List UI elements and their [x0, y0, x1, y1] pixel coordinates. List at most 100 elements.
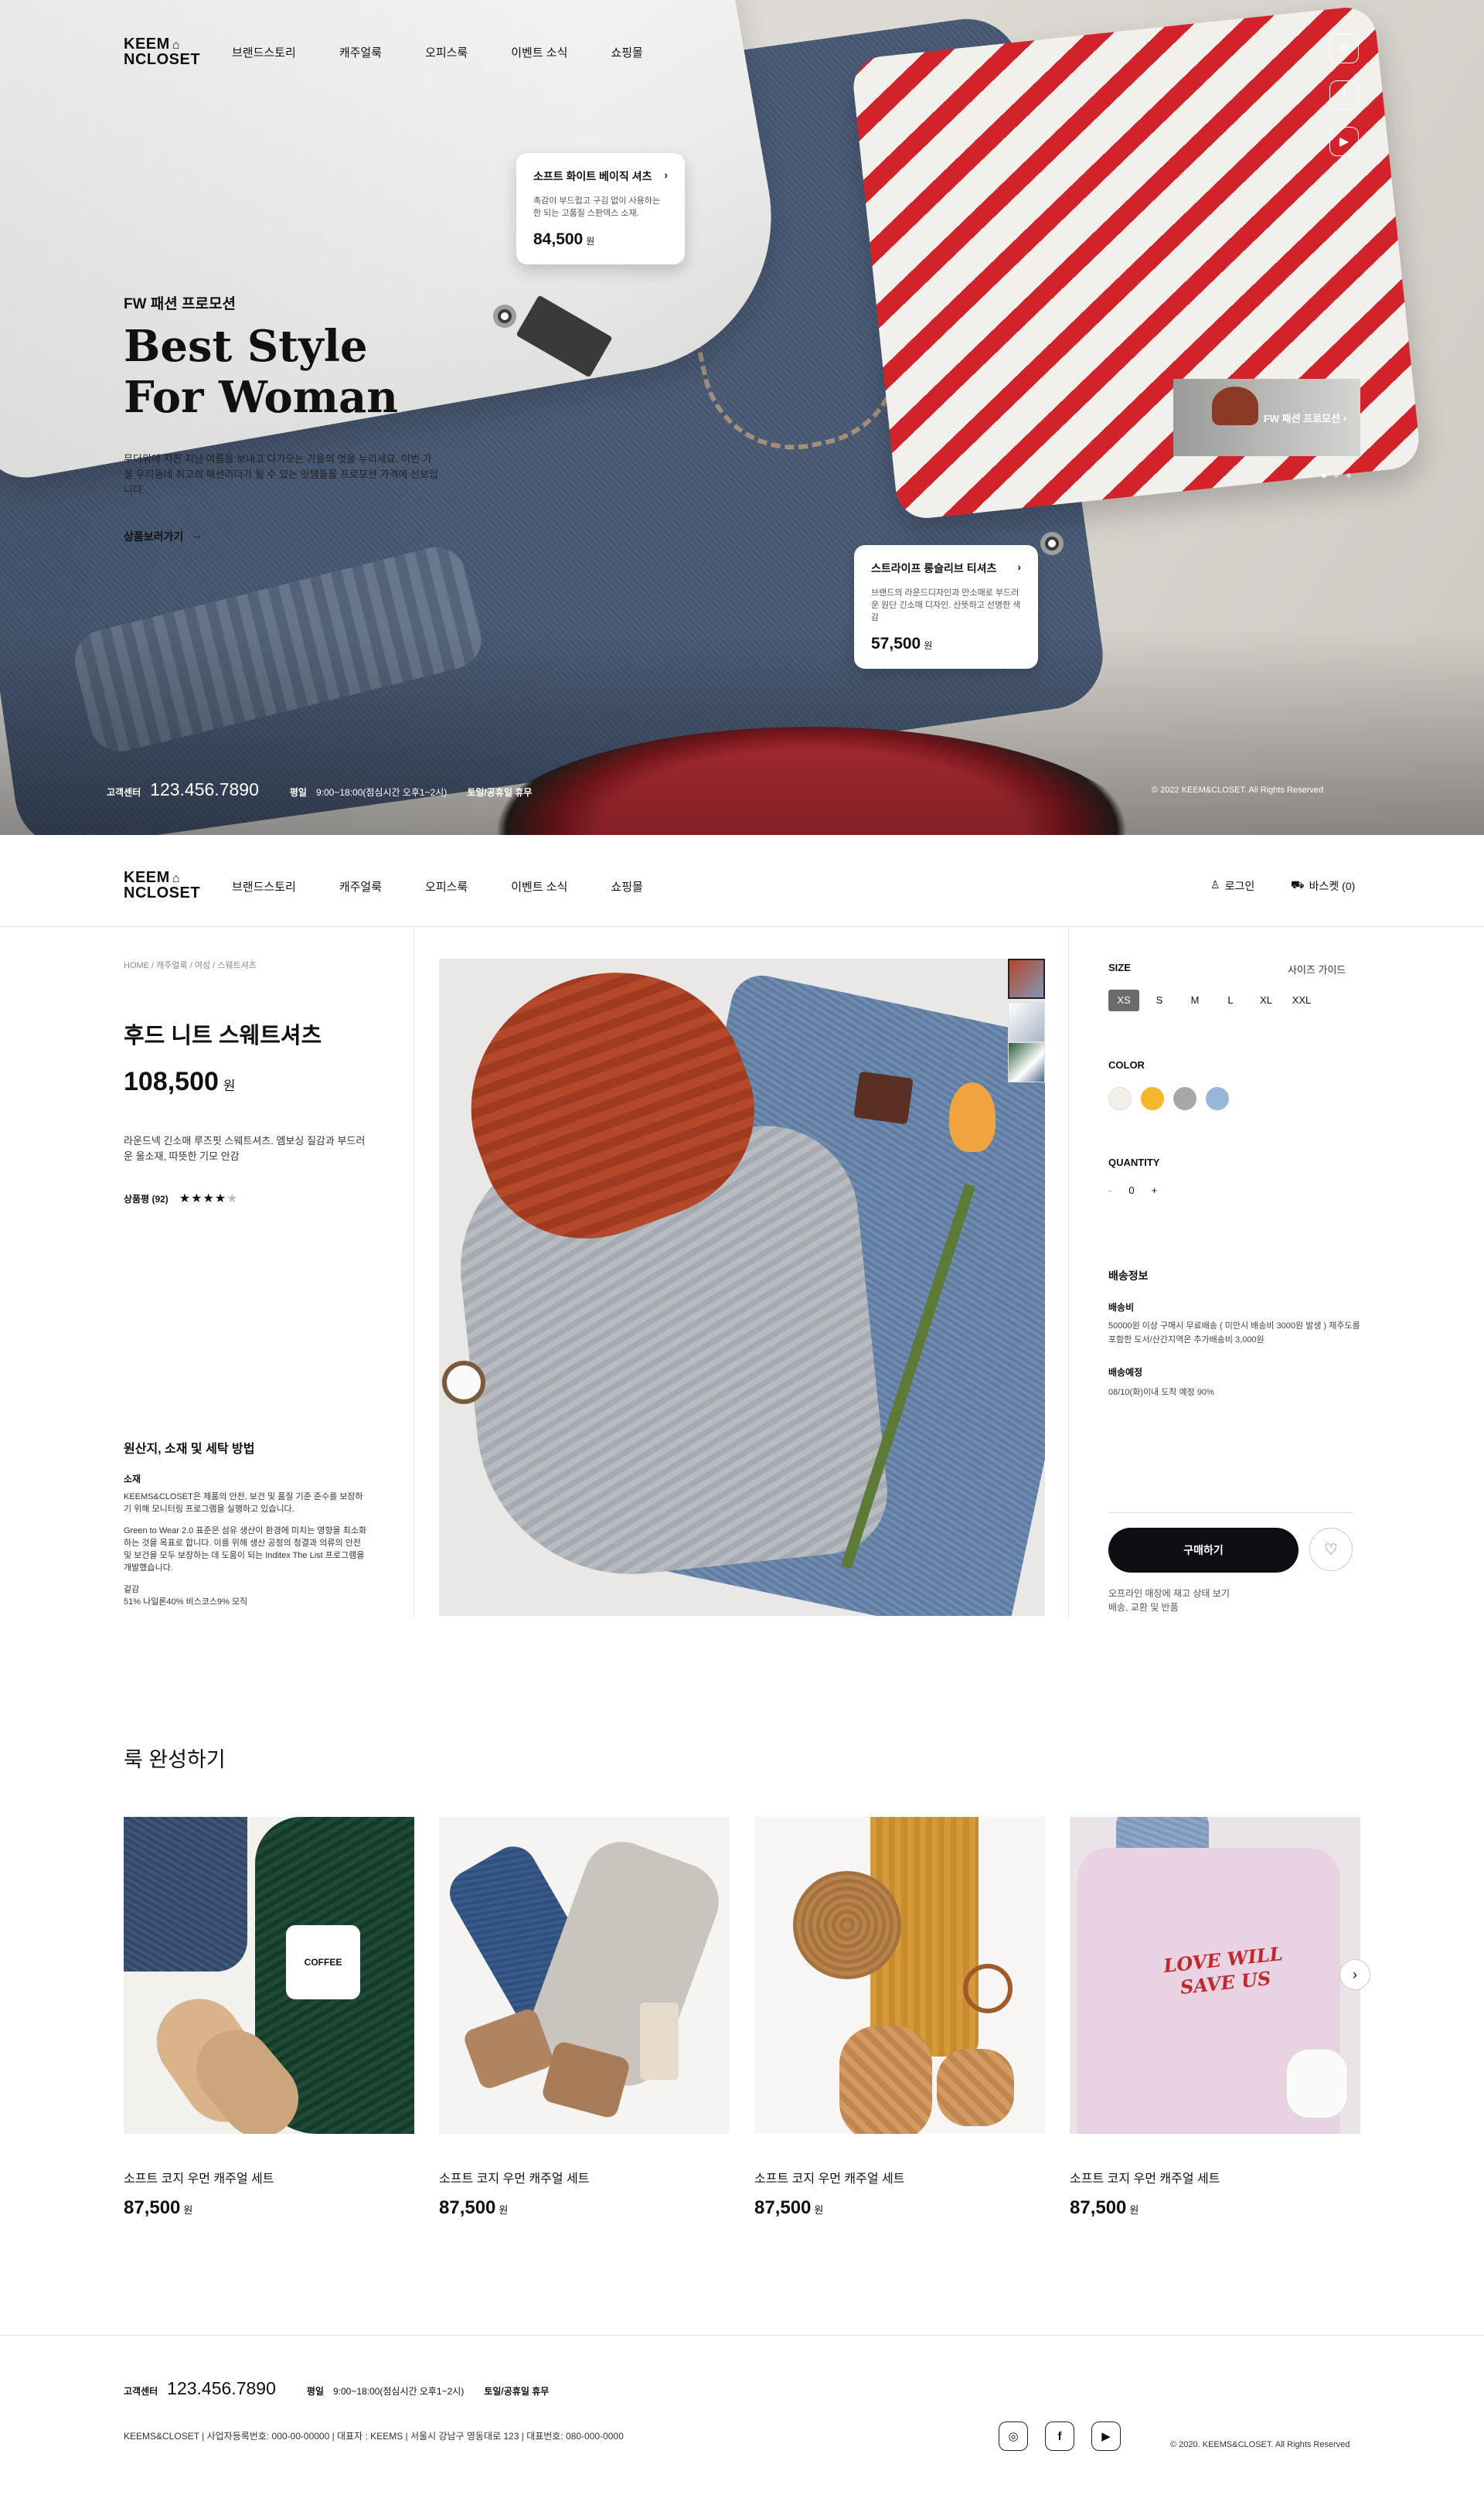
color-swatch-gray[interactable]	[1173, 1087, 1196, 1110]
hero-description: 무더워에 지친 지난 여름을 보내고 다가오는 가을의 멋을 누리세요. 이번 …	[124, 453, 438, 496]
hero-hotspot-shirt[interactable]	[493, 305, 516, 328]
hero-section: KEEM ⌂ NCLOSET 브랜드스토리 캐주얼룩 오피스룩 이벤트 소식 쇼핑몰 ◎ …	[0, 0, 1484, 835]
look-card[interactable]: LOVE WILL SAVE US 소프트 코지 우먼 캐주얼 세트 87,50…	[1070, 1817, 1360, 2219]
size-option-xxl[interactable]: XXL	[1286, 990, 1317, 1011]
review-summary[interactable]: 상품평 (92) ★★★★★	[124, 1191, 239, 1206]
star-rating: ★★★★★	[179, 1191, 239, 1206]
product-price: 108,500 원	[124, 1067, 236, 1096]
instagram-icon[interactable]: ◎	[999, 2422, 1028, 2451]
look-card[interactable]: COFFEE 소프트 코지 우먼 캐주얼 세트 87,500 원	[124, 1817, 414, 2219]
color-swatch-cream[interactable]	[1108, 1087, 1132, 1110]
footer-company-info: KEEMS&CLOSET | 사업자등록번호: 000-00-00000 | 대…	[124, 2431, 624, 2442]
nav-casual[interactable]: 캐주얼룩	[339, 878, 382, 895]
youtube-icon[interactable]: ▶	[1329, 127, 1359, 156]
slide-dots	[1322, 473, 1351, 478]
instagram-icon[interactable]: ◎	[1329, 34, 1359, 63]
logo[interactable]: KEEM ⌂ NCLOSET	[124, 36, 200, 67]
product-thumbnail-1[interactable]	[1008, 959, 1045, 999]
care-title: 원산지, 소재 및 세탁 방법	[124, 1443, 255, 1456]
mug-image: COFFEE	[286, 1925, 360, 1999]
looks-title: 룩 완성하기	[124, 1748, 226, 1771]
nav-shop[interactable]: 쇼핑몰	[611, 44, 642, 60]
hero-hotspot-stripe[interactable]	[1040, 532, 1064, 555]
look-card[interactable]: 소프트 코지 우먼 캐주얼 세트 87,500 원	[439, 1817, 730, 2219]
heart-icon: ♡	[1324, 1541, 1338, 1559]
basket-icon: ⛟	[1291, 878, 1305, 891]
quantity-value[interactable]: 0	[1128, 1184, 1134, 1196]
nav-shop[interactable]: 쇼핑몰	[611, 878, 642, 895]
nav-event[interactable]: 이벤트 소식	[511, 878, 567, 895]
color-swatch-blue[interactable]	[1206, 1087, 1229, 1110]
size-label: SIZE	[1108, 962, 1131, 973]
size-option-m[interactable]: M	[1179, 990, 1210, 1011]
quantity-minus-button[interactable]: -	[1108, 1184, 1111, 1196]
wishlist-button[interactable]: ♡	[1309, 1528, 1353, 1571]
color-label: COLOR	[1108, 1059, 1145, 1071]
shipping-fee-label: 배송비	[1108, 1302, 1135, 1313]
facebook-icon[interactable]: f	[1045, 2422, 1074, 2451]
star-icon: ★★★★	[179, 1192, 227, 1205]
shipping-eta-text: 08/10(화)이내 도착 예정 90%	[1108, 1388, 1214, 1397]
look-image-3	[754, 1817, 1045, 2134]
product-thumbnail-3[interactable]	[1008, 1042, 1045, 1082]
footer-social: ◎ f ▶	[999, 2422, 1121, 2451]
quantity-label: QUANTITY	[1108, 1157, 1160, 1168]
chevron-right-icon: ›	[1353, 1966, 1357, 1982]
chevron-right-icon: ›	[664, 169, 668, 181]
nav-brand-story[interactable]: 브랜드스토리	[232, 878, 296, 895]
look-card[interactable]: 소프트 코지 우먼 캐주얼 세트 87,500 원	[754, 1817, 1045, 2219]
slide-dot[interactable]	[1334, 473, 1339, 478]
promo-thumbnail[interactable]: FW 패션 프로모션 ›	[1173, 379, 1360, 456]
arrow-right-icon: →	[191, 529, 203, 541]
user-icon: ♙	[1210, 878, 1220, 891]
main-nav: 브랜드스토리 캐주얼룩 오피스룩 이벤트 소식 쇼핑몰	[232, 878, 686, 895]
login-link[interactable]: ♙ 로그인	[1210, 878, 1254, 894]
nav-brand-story[interactable]: 브랜드스토리	[232, 44, 296, 60]
product-thumbnail-2[interactable]	[1008, 1002, 1045, 1042]
look-image-1: COFFEE	[124, 1817, 414, 2134]
nav-casual[interactable]: 캐주얼룩	[339, 44, 382, 60]
footer-copyright: © 2020. KEEMS&CLOSET. All Rights Reserve…	[1170, 2440, 1350, 2449]
carousel-next-button[interactable]: ›	[1339, 1959, 1370, 1990]
size-option-xs[interactable]: XS	[1108, 990, 1139, 1011]
buy-button[interactable]: 구매하기	[1108, 1528, 1298, 1573]
color-selector	[1108, 1087, 1238, 1114]
look-image-2	[439, 1817, 730, 2134]
quantity-stepper: - 0 +	[1108, 1184, 1157, 1196]
product-name: 후드 니트 스웨트셔츠	[124, 1024, 322, 1048]
color-swatch-yellow[interactable]	[1141, 1087, 1164, 1110]
facebook-icon[interactable]: f	[1329, 80, 1359, 110]
slide-dot[interactable]	[1322, 473, 1326, 478]
hero-product-card-shirt[interactable]: 소프트 화이트 베이직 셔츠 › 촉감이 부드럽고 구김 없이 사용하는 한 되는…	[516, 153, 685, 264]
hero-cta[interactable]: 상품보러가기 →	[124, 529, 202, 544]
cart-link[interactable]: ⛟ 바스켓 (0)	[1291, 878, 1355, 894]
hero-title: Best Style For Woman	[124, 321, 398, 423]
logo[interactable]: KEEM ⌂ NCLOSET	[124, 870, 200, 901]
breadcrumb: HOME / 캐주얼룩 / 여성 / 스웨트셔츠	[124, 961, 257, 970]
nav-office[interactable]: 오피스룩	[425, 44, 468, 60]
size-option-l[interactable]: L	[1215, 990, 1246, 1011]
size-guide-link[interactable]: 사이즈 가이드	[1288, 962, 1346, 976]
nav-event[interactable]: 이벤트 소식	[511, 44, 567, 60]
nav-office[interactable]: 오피스룩	[425, 878, 468, 895]
product-description: 라운드넥 긴소매 루즈핏 스웨트셔츠. 엠보싱 질감과 부드러운 울소재, 따뜻…	[124, 1135, 366, 1162]
footer-contact: 고객센터 123.456.7890 평일 9:00~18:00(점심시간 오후1…	[124, 2378, 550, 2398]
star-icon: ★	[226, 1192, 239, 1205]
quantity-plus-button[interactable]: +	[1152, 1184, 1158, 1196]
size-option-xl[interactable]: XL	[1251, 990, 1281, 1011]
hero-eyebrow: FW 패션 프로모션	[124, 296, 236, 312]
product-main-image	[439, 959, 1045, 1616]
shipping-eta-label: 배송예정	[1108, 1367, 1143, 1378]
size-option-s[interactable]: S	[1144, 990, 1175, 1011]
shipping-title: 배송정보	[1108, 1270, 1149, 1282]
size-selector: XS S M L XL XXL	[1108, 990, 1322, 1011]
youtube-icon[interactable]: ▶	[1091, 2422, 1121, 2451]
chevron-right-icon: ›	[1017, 561, 1021, 573]
store-note: 오프라인 매장에 재고 상태 보기 배송, 교환 및 반품	[1108, 1588, 1230, 1613]
care-subtitle: 소재	[124, 1474, 141, 1484]
slide-dot[interactable]	[1346, 473, 1351, 478]
hero-footer-info: 고객센터 123.456.7890 평일 9:00~18:00(점심시간 오후1…	[107, 779, 533, 799]
shipping-fee-text: 50000원 이상 구매시 무료배송 ( 미만시 배송비 3000원 발생 ) …	[1108, 1321, 1360, 1345]
hero-product-card-stripe[interactable]: 스트라이프 롱슬리브 티셔츠 › 브랜드의 라운드디자인과 만소매로 부드러운 원…	[854, 545, 1038, 669]
look-image-4: LOVE WILL SAVE US	[1070, 1817, 1360, 2134]
